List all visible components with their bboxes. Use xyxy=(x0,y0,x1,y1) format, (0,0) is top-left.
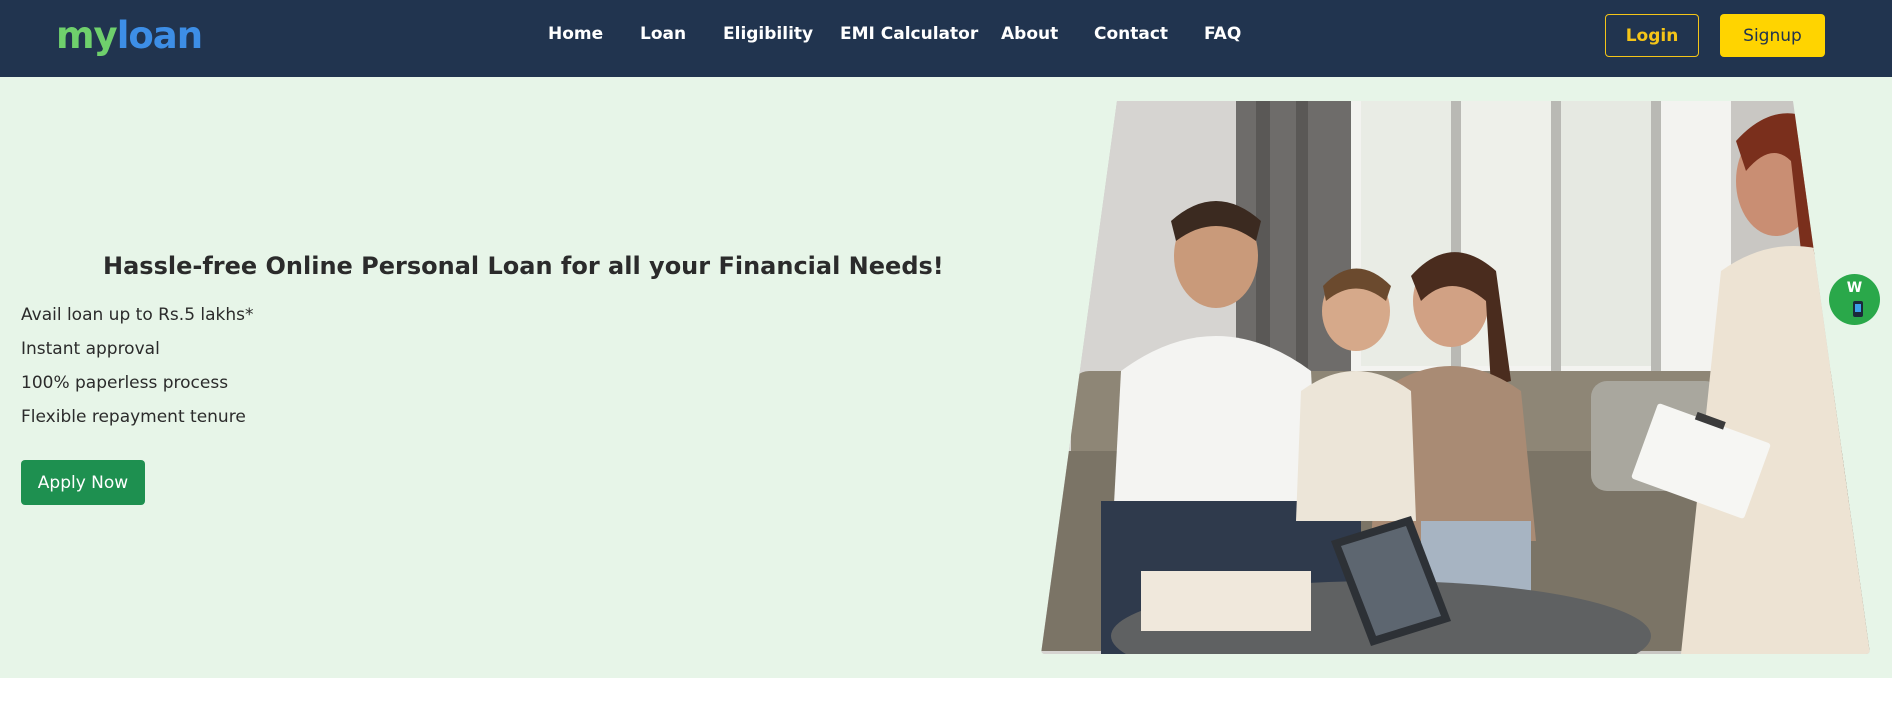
feature-loan-amount: Avail loan up to Rs.5 lakhs* xyxy=(21,305,254,325)
feature-instant-approval: Instant approval xyxy=(21,339,160,359)
feature-flexible-tenure: Flexible repayment tenure xyxy=(21,407,246,427)
hero-section: Hassle-free Online Personal Loan for all… xyxy=(0,77,1892,678)
hero-title: Hassle-free Online Personal Loan for all… xyxy=(103,252,944,280)
whatsapp-label: W xyxy=(1846,280,1863,296)
hero-family-photo xyxy=(1041,101,1870,654)
nav-contact[interactable]: Contact xyxy=(1094,24,1168,44)
login-button[interactable]: Login xyxy=(1605,14,1699,57)
nav-eligibility[interactable]: Eligibility xyxy=(723,24,813,44)
feature-paperless: 100% paperless process xyxy=(21,373,229,393)
nav-home[interactable]: Home xyxy=(548,24,603,44)
signup-button[interactable]: Signup xyxy=(1720,14,1825,57)
nav-loan[interactable]: Loan xyxy=(640,24,686,44)
top-navbar: myloan Home Loan Eligibility EMI Calcula… xyxy=(0,0,1892,77)
apply-now-button[interactable]: Apply Now xyxy=(21,460,145,505)
nav-about[interactable]: About xyxy=(1001,24,1058,44)
nav-faq[interactable]: FAQ xyxy=(1204,24,1241,44)
phone-icon xyxy=(1853,301,1863,317)
nav-emi-calculator[interactable]: EMI Calculator xyxy=(840,24,978,44)
whatsapp-float-button[interactable]: W xyxy=(1829,274,1880,325)
